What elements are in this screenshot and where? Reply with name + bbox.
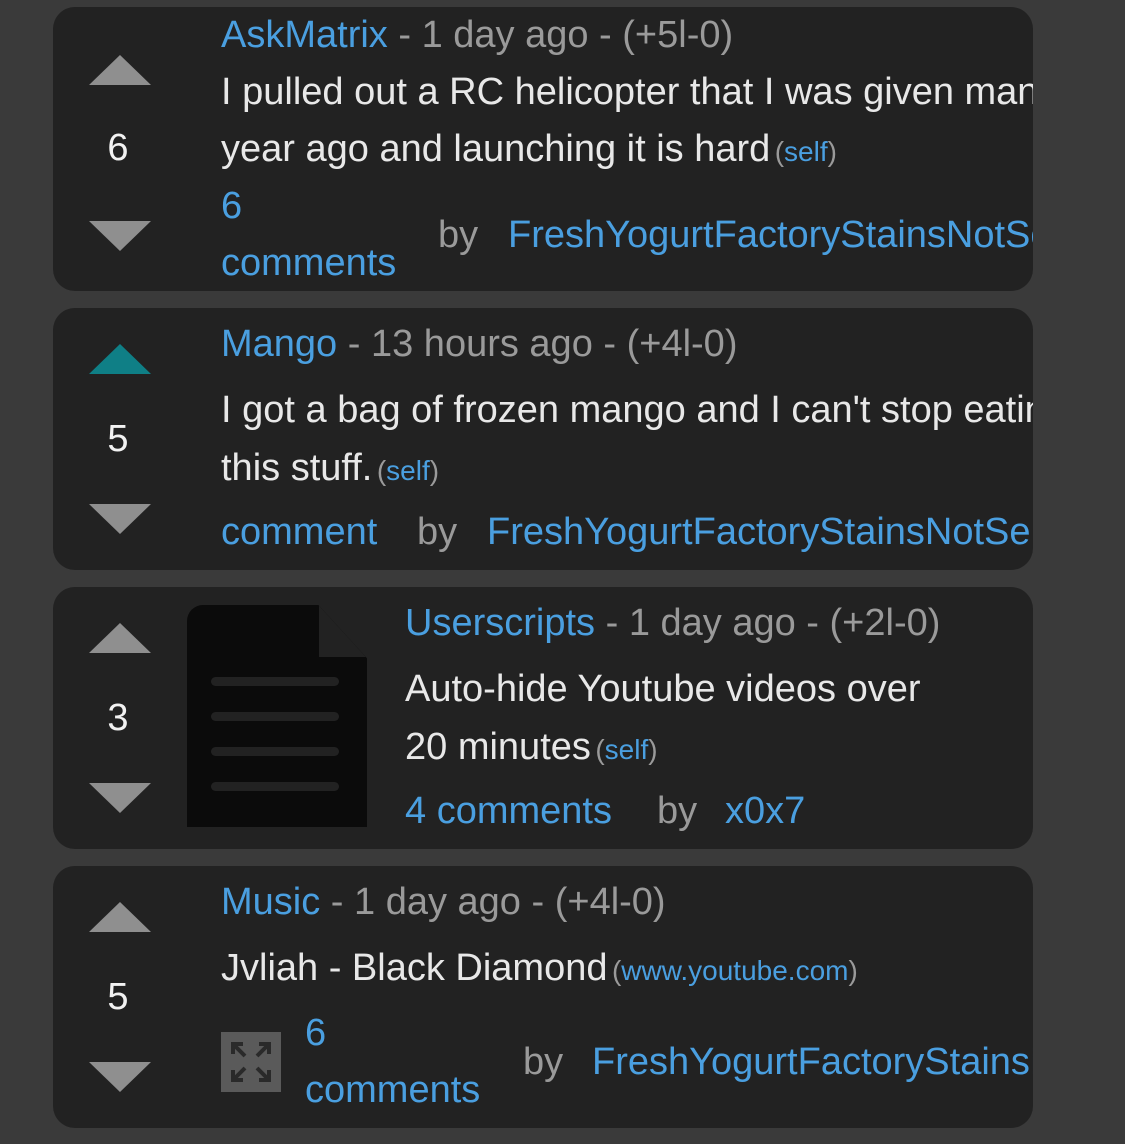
post-title-row: year ago and launching it is hard (self)	[221, 128, 837, 171]
domain-link[interactable]: www.youtube.com	[621, 955, 848, 986]
meta-separator: -	[320, 881, 355, 923]
vote-column: 5	[53, 308, 183, 570]
domain-link[interactable]: self	[605, 734, 649, 765]
vote-breakdown: (+5l-0)	[622, 14, 734, 56]
post-title-line[interactable]: 20 minutes	[405, 726, 591, 768]
subreddit-link[interactable]: Userscripts	[405, 602, 595, 644]
meta-separator: -	[520, 881, 555, 923]
post-title-line[interactable]: I got a bag of frozen mango and I can't …	[221, 389, 1033, 432]
expand-icon[interactable]	[221, 1032, 281, 1092]
author-link[interactable]: x0x7	[725, 790, 805, 833]
upvote-arrow-icon[interactable]	[89, 344, 151, 374]
downvote-arrow-icon[interactable]	[89, 1062, 151, 1092]
domain-link[interactable]: self	[784, 136, 828, 167]
post-score: 6	[107, 127, 129, 169]
author-by-label: by	[657, 790, 698, 832]
post-title-line[interactable]: year ago and launching it is hard	[221, 128, 770, 170]
post-title-row: 20 minutes (self)	[405, 726, 658, 769]
post-title-line[interactable]: Jvliah - Black Diamond	[221, 947, 607, 989]
document-icon[interactable]	[187, 605, 367, 827]
meta-separator: -	[595, 602, 629, 644]
meta-separator: -	[588, 14, 623, 56]
downvote-arrow-icon[interactable]	[89, 504, 151, 534]
post-meta: Mango - 13 hours ago - (+4l-0)	[221, 323, 737, 366]
post-title-line[interactable]: this stuff.	[221, 447, 372, 489]
author-by-label: by	[417, 511, 458, 553]
comments-link[interactable]: 6 comments	[305, 1012, 480, 1126]
comments-link[interactable]: 4 comments	[405, 790, 612, 833]
post-domain: (self)	[595, 734, 658, 765]
vote-breakdown: (+4l-0)	[626, 323, 738, 365]
post-meta: Userscripts - 1 day ago - (+2l-0)	[405, 602, 940, 645]
post-card: 6 AskMatrix - 1 day ago - (+5l-0) I pull…	[53, 7, 1033, 291]
post-domain: (self)	[376, 455, 440, 486]
post-domain: (self)	[774, 136, 837, 167]
post-card: 3 Userscripts - 1 day ago - (+2l-0) Auto…	[53, 587, 1033, 849]
post-title-row: Jvliah - Black Diamond (www.youtube.com)	[221, 947, 858, 990]
author-link[interactable]: FreshYogurtFactoryStainsNotSemen	[592, 1041, 1033, 1084]
author-by-label: by	[523, 1041, 564, 1083]
post-age: 1 day ago	[354, 881, 521, 923]
post-card: 5 Music - 1 day ago - (+4l-0) Jvliah - B…	[53, 866, 1033, 1128]
post-title-row: this stuff. (self)	[221, 447, 439, 490]
subreddit-link[interactable]: Music	[221, 881, 320, 923]
meta-separator: -	[795, 602, 830, 644]
post-title-line[interactable]: I pulled out a RC helicopter that I was …	[221, 71, 1033, 114]
vote-breakdown: (+2l-0)	[829, 602, 941, 644]
post-title-line[interactable]: Auto-hide Youtube videos over	[405, 668, 921, 711]
subreddit-link[interactable]: AskMatrix	[221, 14, 388, 56]
comments-link[interactable]: comment	[221, 511, 377, 554]
downvote-arrow-icon[interactable]	[89, 221, 151, 251]
comments-link[interactable]: 6 comments	[221, 185, 396, 291]
author-by-label: by	[438, 214, 479, 256]
author-link[interactable]: FreshYogurtFactoryStainsNotSemen	[487, 511, 1033, 554]
post-age: 13 hours ago	[370, 323, 593, 365]
upvote-arrow-icon[interactable]	[89, 623, 151, 653]
domain-link[interactable]: self	[386, 455, 430, 486]
vote-column: 5	[53, 866, 183, 1128]
post-domain: (www.youtube.com)	[611, 955, 858, 986]
upvote-arrow-icon[interactable]	[89, 55, 151, 85]
vote-column: 6	[53, 7, 183, 291]
post-age: 1 day ago	[421, 14, 589, 56]
subreddit-link[interactable]: Mango	[221, 323, 337, 365]
meta-separator: -	[387, 14, 422, 56]
post-score: 3	[107, 697, 129, 739]
post-score: 5	[107, 976, 129, 1018]
downvote-arrow-icon[interactable]	[89, 783, 151, 813]
author-link[interactable]: FreshYogurtFactoryStainsNotSemen	[508, 214, 1033, 257]
vote-breakdown: (+4l-0)	[554, 881, 666, 923]
meta-separator: -	[337, 323, 371, 365]
post-card: 5 Mango - 13 hours ago - (+4l-0) I got a…	[53, 308, 1033, 570]
post-meta: Music - 1 day ago - (+4l-0)	[221, 881, 666, 924]
post-meta: AskMatrix - 1 day ago - (+5l-0)	[221, 14, 733, 57]
post-score: 5	[107, 418, 129, 460]
upvote-arrow-icon[interactable]	[89, 902, 151, 932]
meta-separator: -	[592, 323, 627, 365]
vote-column: 3	[53, 587, 183, 849]
post-age: 1 day ago	[628, 602, 796, 644]
